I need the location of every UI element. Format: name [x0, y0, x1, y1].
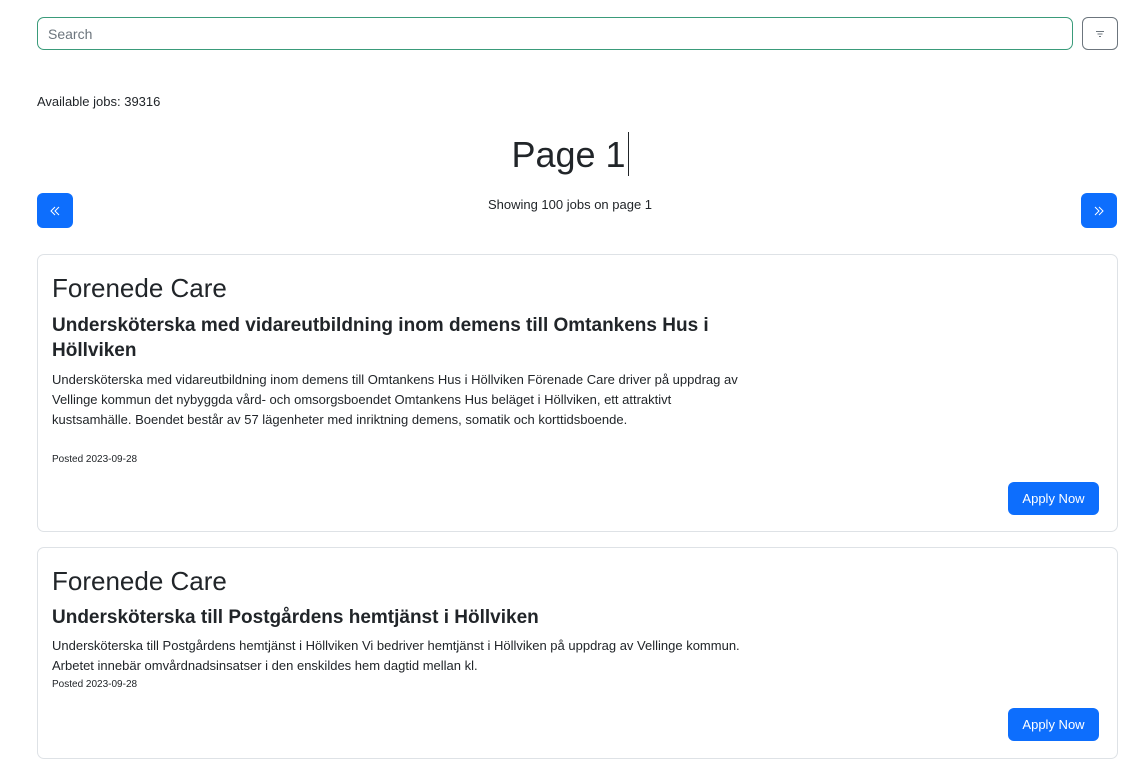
job-company: Forenede Care — [52, 566, 227, 596]
filter-icon — [1096, 30, 1104, 37]
job-title: Undersköterska med vidareutbildning inom… — [52, 315, 709, 361]
page-title: Page 1 — [0, 130, 1140, 180]
job-board-page: Available jobs: 39316 Page 1 Showing 100… — [0, 0, 1140, 769]
text-cursor — [627, 132, 629, 177]
job-posted-date: Posted 2023-09-28 — [52, 679, 138, 690]
job-card: Forenede Care Undersköterska med vidareu… — [37, 254, 1118, 532]
showing-jobs-text: Showing 100 jobs on page 1 — [487, 197, 653, 212]
search-input[interactable] — [37, 17, 1073, 50]
available-jobs: Available jobs: 39316 — [37, 94, 160, 109]
job-description: Undersköterska med vidareutbildning inom… — [52, 372, 738, 427]
page-title-text: Page 1 — [511, 134, 626, 175]
job-company: Forenede Care — [52, 273, 227, 303]
job-posted-date: Posted 2023-09-28 — [52, 454, 138, 465]
available-jobs-count: 39316 — [124, 94, 161, 109]
apply-now-button[interactable]: Apply Now — [1008, 482, 1099, 515]
apply-now-button[interactable]: Apply Now — [1008, 708, 1099, 741]
filter-button[interactable] — [1082, 17, 1118, 50]
next-page-button[interactable] — [1081, 193, 1117, 228]
job-card: Forenede Care Undersköterska till Postgå… — [37, 547, 1118, 759]
available-jobs-label: Available jobs: — [37, 94, 121, 109]
double-chevron-right-icon — [1094, 206, 1104, 215]
job-title: Undersköterska till Postgårdens hemtjäns… — [52, 607, 539, 628]
job-description: Undersköterska till Postgårdens hemtjäns… — [52, 638, 740, 673]
search-bar — [37, 17, 1118, 50]
